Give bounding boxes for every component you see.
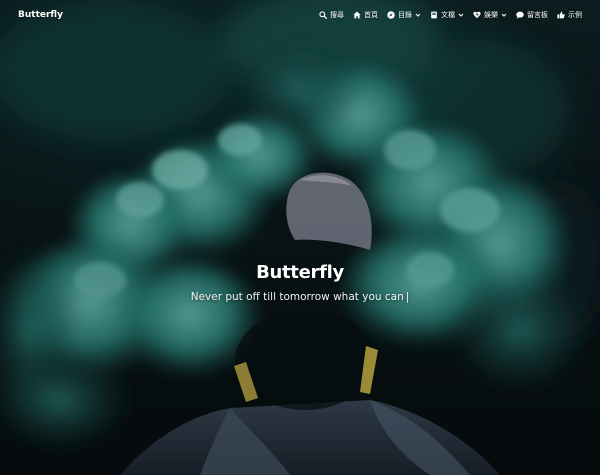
nav-item-guestbook[interactable]: 留言板 [516,10,548,20]
nav-item-docs[interactable]: 文檔 [430,10,464,20]
nav-item-label: 留言板 [527,11,548,19]
site-subtitle: Never put off till tomorrow what you can… [0,291,600,303]
top-navbar: Butterfly 搜尋 首頁 目錄 文檔 娛樂 留言板 示例 [0,0,600,30]
nav-item-label: 示例 [568,11,582,19]
nav-item-search[interactable]: 搜尋 [319,10,344,20]
subtitle-text: Never put off till tomorrow what you can [190,291,404,303]
search-icon [319,11,327,19]
nav-item-label: 娛樂 [484,11,498,19]
book-icon [431,11,437,19]
hero-background [0,0,600,475]
hero-shade-overlay [0,0,600,475]
comment-icon [516,11,524,19]
chevron-down-icon [458,13,464,17]
compass-icon [387,11,395,19]
typing-cursor: | [405,291,410,303]
chevron-down-icon [501,13,507,17]
nav-item-entertainment[interactable]: 娛樂 [473,10,507,20]
heart-icon [473,11,481,19]
nav-item-label: 搜尋 [330,11,344,19]
site-title: Butterfly [256,262,344,283]
nav-menu: 搜尋 首頁 目錄 文檔 娛樂 留言板 示例 [319,10,582,20]
nav-item-label: 首頁 [364,11,378,19]
nav-item-label: 目錄 [398,11,412,19]
site-brand-link[interactable]: Butterfly [18,10,63,20]
chevron-down-icon [415,13,421,17]
nav-item-label: 文檔 [441,11,455,19]
nav-item-catalog[interactable]: 目錄 [387,10,421,20]
thumbs-up-icon [557,11,565,19]
nav-item-home[interactable]: 首頁 [353,10,378,20]
nav-item-examples[interactable]: 示例 [557,10,582,20]
home-icon [353,11,361,19]
